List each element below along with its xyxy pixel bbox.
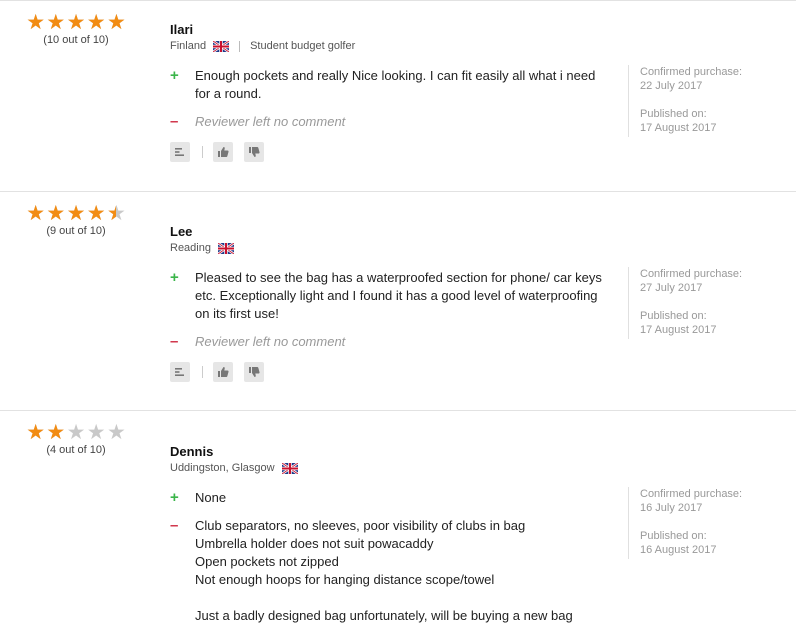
plus-icon: + xyxy=(170,269,179,286)
rating-block: ★★★★★★★★★★ (4 out of 10) xyxy=(26,421,126,456)
star-icon: ★★ xyxy=(107,11,126,34)
divider xyxy=(202,366,203,378)
minus-icon: – xyxy=(170,113,179,130)
confirmed-purchase-label: Confirmed purchase: xyxy=(640,268,743,280)
reviewer-meta: Uddingston, Glasgow xyxy=(170,462,298,474)
divider xyxy=(239,40,241,52)
star-icon: ★★ xyxy=(66,11,86,34)
thumbs-down-icon[interactable] xyxy=(244,142,264,162)
review-actions xyxy=(170,142,264,162)
star-icon: ★★ xyxy=(46,202,66,225)
star-icon: ★★ xyxy=(26,202,46,225)
star-icon: ★★ xyxy=(26,421,46,444)
purchase-info: Confirmed purchase: 16 July 2017 Publish… xyxy=(628,487,742,559)
purchase-info: Confirmed purchase: 27 July 2017 Publish… xyxy=(628,267,742,339)
confirmed-purchase-date: 22 July 2017 xyxy=(640,80,703,92)
star-icon: ★★ xyxy=(86,11,106,34)
star-icon: ★★ xyxy=(86,421,106,444)
purchase-info: Confirmed purchase: 22 July 2017 Publish… xyxy=(628,65,742,137)
reviewer-location: Reading xyxy=(170,242,211,254)
minus-icon: – xyxy=(170,333,179,350)
published-label: Published on: xyxy=(640,530,707,542)
review-card: ★ ★ ★ ★ ★ ★ ★ ★ ★ ★ (10 out of 10) Ilari Finland … xyxy=(0,0,796,192)
plus-icon: + xyxy=(170,67,179,84)
pros-text: Enough pockets and really Nice looking. … xyxy=(195,68,596,101)
star-icon: ★★ xyxy=(46,421,66,444)
reviewer-name: Dennis xyxy=(170,444,214,459)
thumbs-up-icon[interactable] xyxy=(213,362,233,382)
star-icon: ★★ xyxy=(106,202,126,225)
star-icon: ★★ xyxy=(26,11,46,34)
confirmed-purchase-label: Confirmed purchase: xyxy=(640,66,743,78)
star-icon: ★★ xyxy=(66,202,86,225)
reviewer-name: Lee xyxy=(170,224,193,239)
published-date: 17 August 2017 xyxy=(640,324,717,336)
star-rating: ★★★★★★★★★★ xyxy=(26,11,126,34)
plus-icon: + xyxy=(170,489,179,506)
confirmed-purchase-date: 16 July 2017 xyxy=(640,502,703,514)
published-date: 17 August 2017 xyxy=(640,122,717,134)
reviewer-location: Finland xyxy=(170,40,207,52)
cons-text: Club separators, no sleeves, poor visibi… xyxy=(195,518,573,623)
star-rating: ★★★★★★★★★★ xyxy=(26,421,126,444)
star-icon: ★★ xyxy=(46,11,66,34)
uk-flag-icon xyxy=(281,462,298,474)
divider xyxy=(202,146,203,158)
reviewer-location: Uddingston, Glasgow xyxy=(170,462,275,474)
rating-score: (4 out of 10) xyxy=(46,444,106,456)
cons-text: Reviewer left no comment xyxy=(195,114,346,129)
star-rating: ★★★★★★★★★★ xyxy=(26,202,126,225)
star-icon: ★★ xyxy=(86,202,106,225)
reviewer-name: Ilari xyxy=(170,22,194,37)
comment-lines-icon[interactable] xyxy=(170,362,190,382)
confirmed-purchase-label: Confirmed purchase: xyxy=(640,488,743,500)
confirmed-purchase-date: 27 July 2017 xyxy=(640,282,703,294)
reviewer-descriptor: Student budget golfer xyxy=(250,40,356,52)
rating-block: ★ ★ ★ ★ ★ ★ ★ ★ ★ ★ (10 out of 10) xyxy=(26,11,126,46)
rating-score: (9 out of 10) xyxy=(46,225,106,237)
star-icon: ★★ xyxy=(66,421,86,444)
pros-text: Pleased to see the bag has a waterproofe… xyxy=(195,270,602,321)
published-label: Published on: xyxy=(640,310,707,322)
rating-block: ★ ★ ★ ★ ★ ★ ★ ★ ★ ★ (9 out of 10) xyxy=(26,202,126,237)
review-actions xyxy=(170,362,264,382)
published-date: 16 August 2017 xyxy=(640,544,717,556)
minus-icon: – xyxy=(170,517,179,534)
published-label: Published on: xyxy=(640,108,707,120)
review-card: ★ ★ ★ ★ ★ ★ ★ ★ ★ ★ (9 out of 10) Lee Reading + P… xyxy=(0,191,796,411)
pros-text: None xyxy=(195,490,227,505)
review-card: ★★★★★★★★★★ (4 out of 10) Dennis Uddingst… xyxy=(0,410,796,629)
thumbs-down-icon[interactable] xyxy=(244,362,264,382)
comment-lines-icon[interactable] xyxy=(170,142,190,162)
uk-flag-icon xyxy=(217,242,234,254)
rating-score: (10 out of 10) xyxy=(43,34,109,46)
cons-text: Reviewer left no comment xyxy=(195,334,346,349)
thumbs-up-icon[interactable] xyxy=(213,142,233,162)
reviewer-meta: Reading xyxy=(170,242,234,254)
uk-flag-icon xyxy=(213,40,230,52)
star-icon: ★★ xyxy=(107,421,126,444)
reviewer-meta: Finland Student budget golfer xyxy=(170,40,355,52)
